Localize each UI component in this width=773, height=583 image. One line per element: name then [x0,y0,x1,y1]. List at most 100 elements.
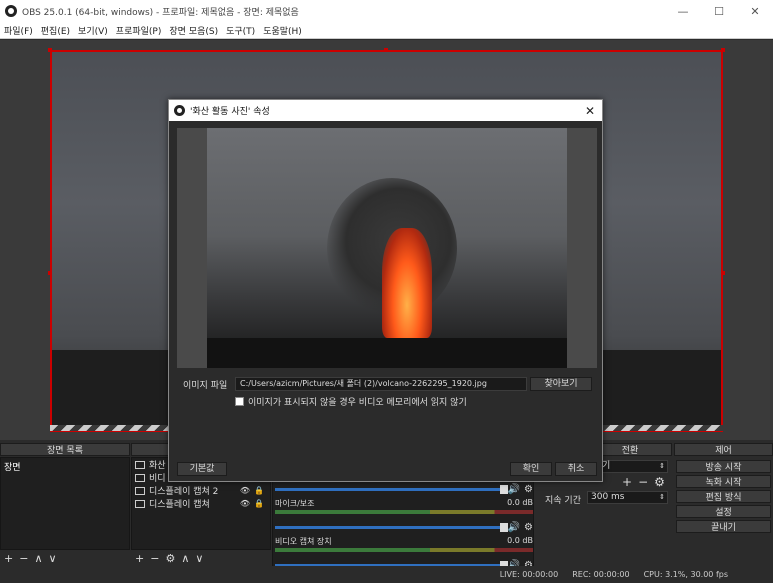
unload-checkbox[interactable] [235,397,244,406]
meter-ticks [275,552,533,558]
close-window-button[interactable]: ✕ [737,0,773,22]
image-source-icon [135,460,145,469]
browse-button[interactable]: 찾아보기 [530,377,592,391]
controls-dock-header: 제어 [674,443,773,456]
settings-button[interactable]: 설정 [676,505,771,518]
channel-db: 0.0 dB [507,498,533,507]
speaker-icon[interactable]: 🔊 [508,484,520,495]
scenes-dock-header: 장면 목록 [0,443,130,456]
lock-icon[interactable]: 🔒 [254,499,264,508]
move-down-icon[interactable]: ∨ [195,552,203,565]
rec-status: REC: 00:00:00 [572,570,630,579]
image-file-label: 이미지 파일 [183,380,228,391]
title-bar: OBS 25.0.1 (64-bit, windows) - 프로파일: 제목없… [0,0,773,22]
window-controls: — ☐ ✕ [665,0,773,22]
live-status: LIVE: 00:00:00 [499,570,559,579]
remove-icon[interactable]: − [150,552,159,565]
meter-ticks [275,514,533,520]
ok-button[interactable]: 확인 [510,462,552,476]
gear-icon[interactable]: ⚙ [165,552,175,565]
channel-label: 비디오 캡쳐 장치 [275,537,332,546]
resize-handle[interactable] [384,48,388,52]
start-recording-button[interactable]: 녹화 시작 [676,475,771,488]
volume-slider[interactable] [275,485,508,494]
maximize-button[interactable]: ☐ [701,0,737,22]
gear-icon[interactable]: ⚙ [524,484,533,495]
dialog-title: '화산 활동 사진' 속성 [190,107,270,117]
channel-label: 마이크/보조 [275,499,315,508]
minimize-button[interactable]: — [665,0,701,22]
spin-icon: ⇕ [659,493,665,501]
resize-handle[interactable] [721,48,725,52]
source-label: 비디 [149,474,166,484]
volume-slider[interactable] [275,523,508,532]
monitor-icon [135,486,145,495]
scenes-dock-title: 장면 목록 [47,446,83,456]
source-item[interactable]: 디스플레이 캡쳐 👁 🔒 [132,497,270,510]
resize-handle[interactable] [48,271,52,275]
menu-view[interactable]: 보기(V) [74,24,112,37]
dialog-preview [177,128,597,368]
add-icon[interactable]: + [4,552,13,565]
unload-checkbox-row[interactable]: 이미지가 표시되지 않을 경우 비디오 메모리에서 읽지 않기 [235,395,467,408]
transitions-dock-title: 전환 [621,446,639,456]
source-label: 화산 [149,461,166,471]
move-down-icon[interactable]: ∨ [49,552,57,565]
menu-edit[interactable]: 편집(E) [37,24,74,37]
menu-file[interactable]: 파일(F) [0,24,37,37]
source-item[interactable]: 디스플레이 캡쳐 2 👁 🔒 [132,484,270,497]
speaker-icon[interactable]: 🔊 [508,522,520,533]
status-bar: LIVE: 00:00:00 REC: 00:00:00 CPU: 3.1%, … [0,566,773,583]
eye-icon[interactable]: 👁 [240,499,250,508]
spin-icon: ⇕ [659,462,665,470]
transition-select-value: 기 [602,461,611,471]
remove-icon[interactable]: − [638,475,648,489]
duration-value: 300 ms [591,492,625,502]
obs-logo-icon [174,105,185,116]
properties-dialog: '화산 활동 사진' 속성 ✕ 이미지 파일 C:/Users/azicm/Pi… [168,99,603,482]
gear-icon[interactable]: ⚙ [524,522,533,533]
obs-logo-icon [5,5,17,17]
volcano-image [207,128,567,368]
menu-tools[interactable]: 도구(T) [222,24,259,37]
resize-handle[interactable] [48,48,52,52]
exit-button[interactable]: 끝내기 [676,520,771,533]
scene-item[interactable]: 장면 [1,458,129,475]
mixer-top-slider: 🔊 ⚙ [275,482,533,495]
slider-knob[interactable] [499,485,508,494]
defaults-button[interactable]: 기본값 [177,462,227,476]
start-streaming-button[interactable]: 방송 시작 [676,460,771,473]
duration-input[interactable]: 300 ms ⇕ [587,491,668,504]
move-up-icon[interactable]: ∧ [34,552,42,565]
menu-profile[interactable]: 프로파일(P) [112,24,166,37]
monitor-icon [135,499,145,508]
cpu-status: CPU: 3.1%, 30.00 fps [643,570,728,579]
scenes-toolbar: + − ∧ ∨ [0,550,130,567]
lock-icon[interactable]: 🔒 [254,486,264,495]
add-icon[interactable]: + [135,552,144,565]
menu-scene-collection[interactable]: 장면 모음(S) [165,24,222,37]
dialog-close-button[interactable]: ✕ [578,104,602,118]
image-file-path-field[interactable]: C:/Users/azicm/Pictures/새 폴더 (2)/volcano… [235,377,527,391]
menu-help[interactable]: 도움말(H) [259,24,306,37]
add-icon[interactable]: + [622,475,632,489]
window-title: OBS 25.0.1 (64-bit, windows) - 프로파일: 제목없… [22,7,299,18]
controls-dock-title: 제어 [715,446,732,456]
gear-icon[interactable]: ⚙ [654,475,665,489]
duration-label: 지속 기간 [545,496,581,506]
sources-toolbar: + − ⚙ ∧ ∨ [131,550,271,567]
slider-knob[interactable] [499,523,508,532]
transition-select[interactable]: 기 ⇕ [598,460,668,473]
lava-plume [382,228,432,338]
resize-handle[interactable] [721,271,725,275]
cancel-button[interactable]: 취소 [555,462,597,476]
studio-mode-button[interactable]: 편집 방식 [676,490,771,503]
unload-checkbox-label: 이미지가 표시되지 않을 경우 비디오 메모리에서 읽지 않기 [248,398,467,408]
mixer-channel: 마이크/보조 0.0 dB 🔊 ⚙ [275,498,533,533]
remove-icon[interactable]: − [19,552,28,565]
eye-icon[interactable]: 👁 [240,486,250,495]
move-up-icon[interactable]: ∧ [181,552,189,565]
transition-toolbar: + − ⚙ [622,475,665,489]
source-label: 디스플레이 캡쳐 2 [149,487,219,497]
image-file-row: 이미지 파일 C:/Users/azicm/Pictures/새 폴더 (2)/… [169,377,604,391]
